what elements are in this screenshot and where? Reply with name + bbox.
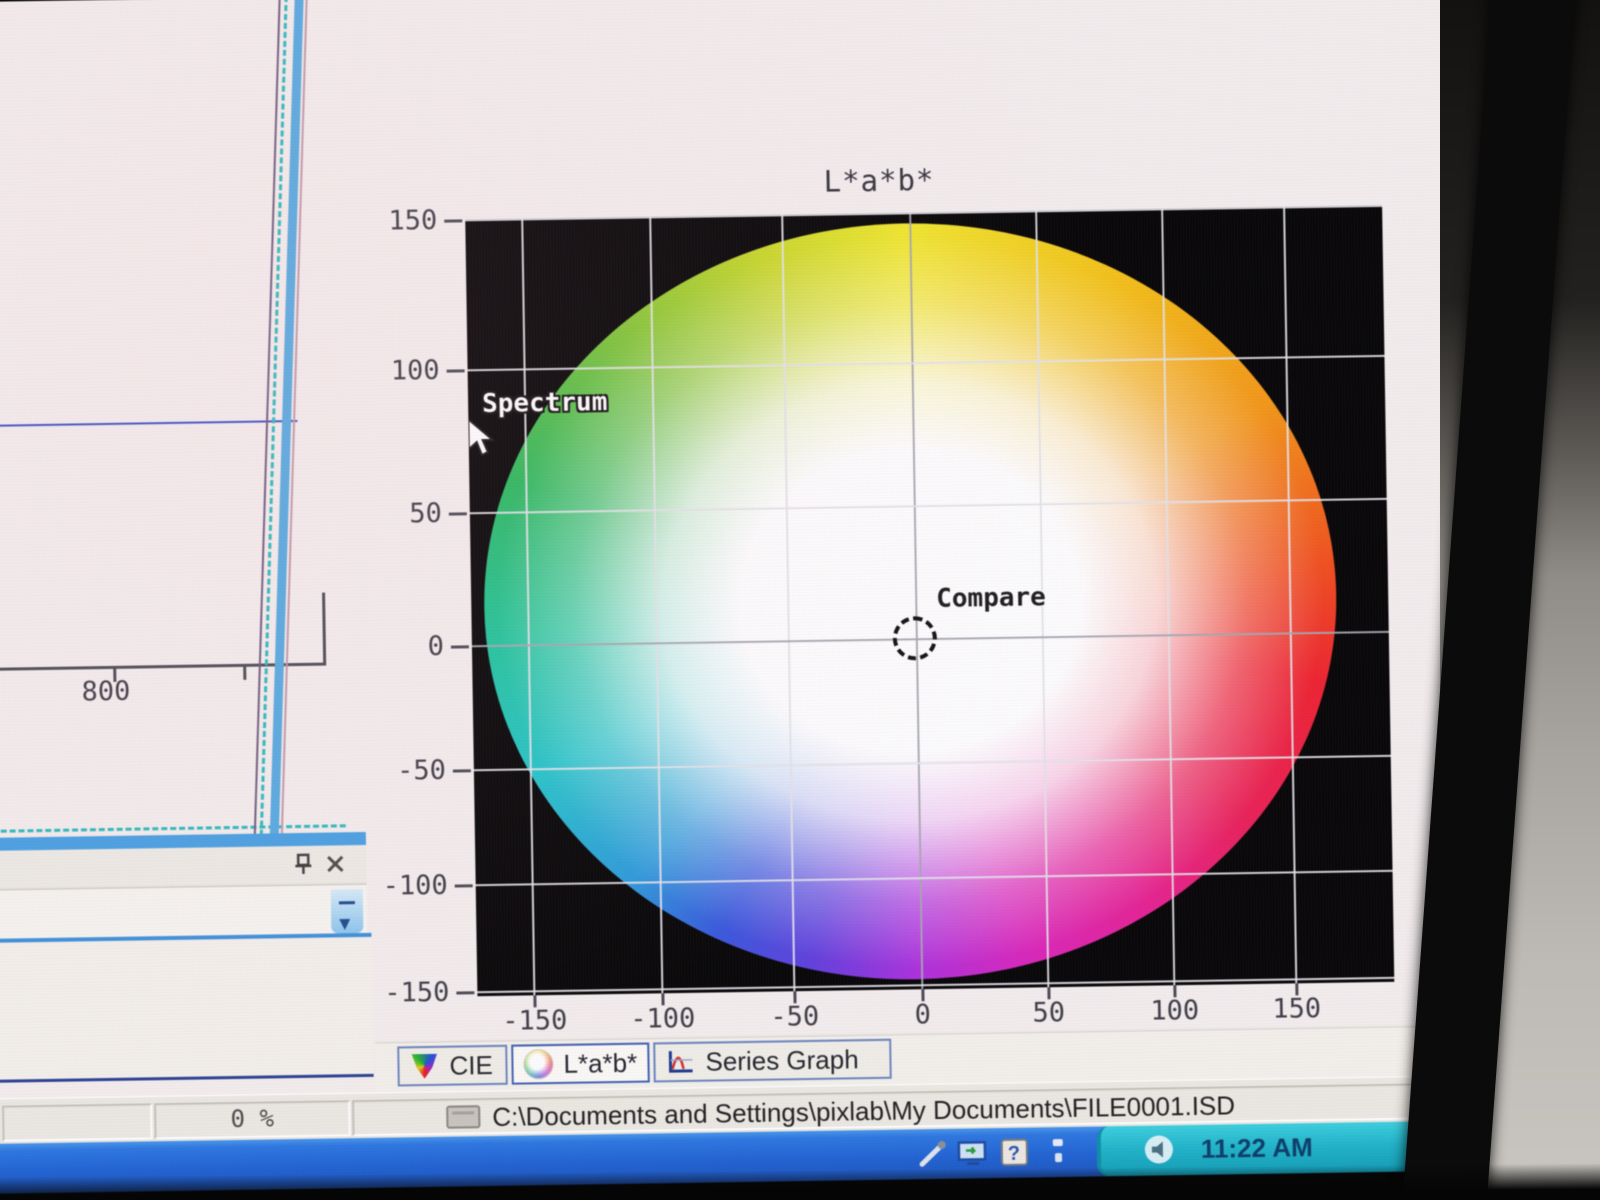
clock[interactable]: 11:22 AM [1201,1132,1313,1165]
tool-icon[interactable] [917,1139,949,1169]
spectrum-series-label: Spectrum [482,387,608,419]
chevron-down-icon[interactable]: ▾ [331,889,364,933]
x-axis-labels: -150-100-50050100150 [0,0,1484,2]
compare-series-label: Compare [936,582,1046,614]
y-tick-label: 50 [350,498,442,530]
y-tick-mark [449,512,467,515]
help-icon[interactable]: ? [999,1138,1031,1168]
left-chart-x-tick-label: 800 [81,676,130,708]
x-tick-mark [1295,983,1298,995]
chart-title: L*a*b* [823,163,934,199]
series-graph-icon [665,1048,695,1076]
x-tick-label: 100 [1119,994,1229,1027]
color-sphere-icon [523,1049,553,1079]
y-tick-label: -50 [354,755,446,787]
x-tick-label: -50 [740,1000,850,1033]
left-chart-tick [243,667,246,680]
display-icon[interactable] [957,1138,989,1168]
x-tick-mark [921,989,924,1001]
y-tick-label: 0 [352,631,444,663]
application-screen: 800 L*a*b* 150100500-50-100-150 -150-100… [0,0,1506,1194]
x-tick-label: 50 [994,996,1104,1029]
x-tick-mark [661,993,664,1005]
plot-gridlines [465,205,1394,996]
dock-panel-content [0,937,374,1083]
status-section-empty [2,1103,153,1141]
gridline-horizontal [465,205,1382,221]
gridline-vertical [781,214,795,991]
close-icon[interactable] [322,851,348,877]
x-tick-mark [1047,987,1050,999]
tab-label: Series Graph [705,1044,859,1077]
left-chart-frame [322,593,326,665]
tab-lab[interactable]: L*a*b* [511,1043,650,1085]
tab-label: CIE [449,1049,493,1081]
x-tick-label: 150 [1241,992,1351,1025]
gridline-horizontal [474,755,1391,771]
y-tick-mark [451,645,469,648]
y-axis-labels: 150100500-50-100-150 [0,0,1484,2]
mini-glyphs-icon[interactable] [1043,1137,1075,1167]
status-progress: 0 % [154,1100,351,1139]
gridline-horizontal [476,870,1393,886]
left-chart-pane: 800 [0,0,1484,2]
volume-icon[interactable] [1143,1133,1175,1165]
y-tick-mark [456,991,474,994]
x-tick-label: -100 [608,1002,718,1035]
y-tick-mark [447,369,465,372]
gridline-horizontal [468,355,1385,371]
y-tick-label: 100 [347,355,439,387]
y-tick-mark [453,769,471,772]
y-tick-label: 150 [345,205,437,237]
cursor-arrow-icon [466,419,501,460]
cie-color-triangle-icon [409,1051,439,1081]
x-tick-label: -150 [480,1004,590,1037]
tab-series-graph[interactable]: Series Graph [653,1039,892,1083]
lab-color-plot[interactable]: Spectrum Compare [465,205,1394,996]
x-tick-mark [793,991,796,1003]
y-tick-label: -100 [355,870,447,902]
file-icon [446,1105,480,1129]
gridline-horizontal [470,498,1387,514]
tab-cie[interactable]: CIE [397,1045,508,1087]
x-tick-mark [533,995,536,1007]
y-tick-mark [444,219,462,222]
dock-panel-header [0,845,367,891]
gridline-vertical [521,218,535,995]
x-tick-mark [1173,985,1176,997]
gridline-vertical [1161,208,1175,985]
pin-icon[interactable] [290,852,316,878]
axis-ticks [0,0,1484,2]
x-tick-label: 0 [868,998,978,1031]
left-chart-series-line [0,420,297,427]
svg-text:?: ? [1008,1143,1021,1165]
dock-panel-toolbar-row: ▾ [0,885,367,939]
gridline-vertical [909,212,923,989]
gridline-vertical [1283,206,1297,983]
gridline-vertical [649,216,663,993]
tab-label: L*a*b* [563,1047,637,1079]
y-tick-mark [455,884,473,887]
gridline-horizontal [477,977,1394,993]
monitor-photo: 800 L*a*b* 150100500-50-100-150 -150-100… [0,0,1600,1200]
